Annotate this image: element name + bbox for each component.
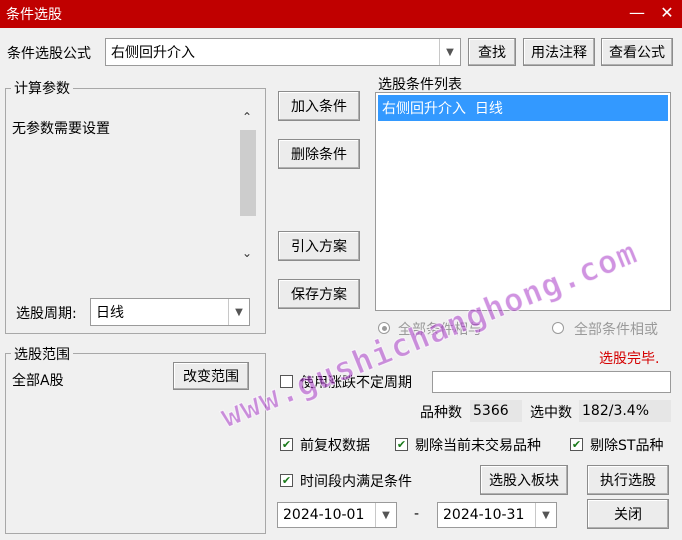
date-separator: - xyxy=(414,506,420,522)
uncertain-period-input[interactable] xyxy=(432,371,671,393)
params-group-label: 计算参数 xyxy=(11,78,73,98)
start-date-value: 2024-10-01 xyxy=(283,507,365,523)
selected-label: 选中数 xyxy=(530,405,572,421)
period-label: 选股周期: xyxy=(16,306,77,322)
chevron-down-icon[interactable]: ▼ xyxy=(375,503,396,527)
or-radio[interactable] xyxy=(552,322,564,334)
time-range-label: 时间段内满足条件 xyxy=(300,474,412,490)
exclude-st-label: 剔除ST品种 xyxy=(590,438,664,454)
params-scrollbar[interactable]: ⌃ ⌄ xyxy=(239,108,257,264)
close-button[interactable]: 关闭 xyxy=(587,499,669,529)
find-button[interactable]: 查找 xyxy=(468,38,516,66)
exclude-st-checkbox[interactable]: ✔ xyxy=(570,438,583,451)
title-bar xyxy=(0,0,682,28)
chevron-down-icon[interactable]: ▼ xyxy=(228,299,249,325)
count-value: 5366 xyxy=(470,400,522,422)
minimize-button[interactable]: — xyxy=(624,2,650,24)
start-date-picker[interactable]: 2024-10-01 ▼ xyxy=(277,502,397,528)
end-date-picker[interactable]: 2024-10-31 ▼ xyxy=(437,502,557,528)
list-item[interactable]: 右侧回升介入 日线 xyxy=(378,95,668,121)
count-label: 品种数 xyxy=(420,405,462,421)
formula-label: 条件选股公式 xyxy=(7,46,91,62)
exclude-untraded-label: 剔除当前未交易品种 xyxy=(415,438,541,454)
chevron-down-icon[interactable]: ▼ xyxy=(439,39,460,65)
window-title: 条件选股 xyxy=(6,7,62,23)
forward-adjust-checkbox[interactable]: ✔ xyxy=(280,438,293,451)
end-date-value: 2024-10-31 xyxy=(443,507,525,523)
period-value: 日线 xyxy=(96,305,124,321)
or-label: 全部条件相或 xyxy=(574,322,658,338)
import-plan-button[interactable]: 引入方案 xyxy=(278,231,360,261)
scope-value: 全部A股 xyxy=(12,373,64,389)
time-range-checkbox[interactable]: ✔ xyxy=(280,474,293,487)
usage-notes-button[interactable]: 用法注释 xyxy=(523,38,595,66)
add-to-block-button[interactable]: 选股入板块 xyxy=(480,465,568,495)
scroll-thumb[interactable] xyxy=(240,130,256,216)
close-window-button[interactable]: ✕ xyxy=(654,2,680,24)
formula-select[interactable]: 右侧回升介入 ▼ xyxy=(105,38,461,66)
chevron-down-icon[interactable]: ▼ xyxy=(535,503,556,527)
delete-condition-button[interactable]: 删除条件 xyxy=(278,139,360,169)
scope-group-label: 选股范围 xyxy=(11,344,73,364)
add-condition-button[interactable]: 加入条件 xyxy=(278,91,360,121)
execute-button[interactable]: 执行选股 xyxy=(587,465,669,495)
scroll-down-icon[interactable]: ⌄ xyxy=(242,246,252,260)
scroll-up-icon[interactable]: ⌃ xyxy=(242,110,252,124)
exclude-untraded-checkbox[interactable]: ✔ xyxy=(395,438,408,451)
change-scope-button[interactable]: 改变范围 xyxy=(173,362,249,390)
formula-value: 右侧回升介入 xyxy=(111,45,195,61)
forward-adjust-label: 前复权数据 xyxy=(300,438,370,454)
save-plan-button[interactable]: 保存方案 xyxy=(278,279,360,309)
conditions-label: 选股条件列表 xyxy=(378,77,462,93)
params-text: 无参数需要设置 xyxy=(12,121,110,137)
period-select[interactable]: 日线 ▼ xyxy=(90,298,250,326)
selected-value: 182/3.4% xyxy=(579,400,671,422)
status-text: 选股完毕. xyxy=(599,351,660,367)
view-formula-button[interactable]: 查看公式 xyxy=(601,38,673,66)
